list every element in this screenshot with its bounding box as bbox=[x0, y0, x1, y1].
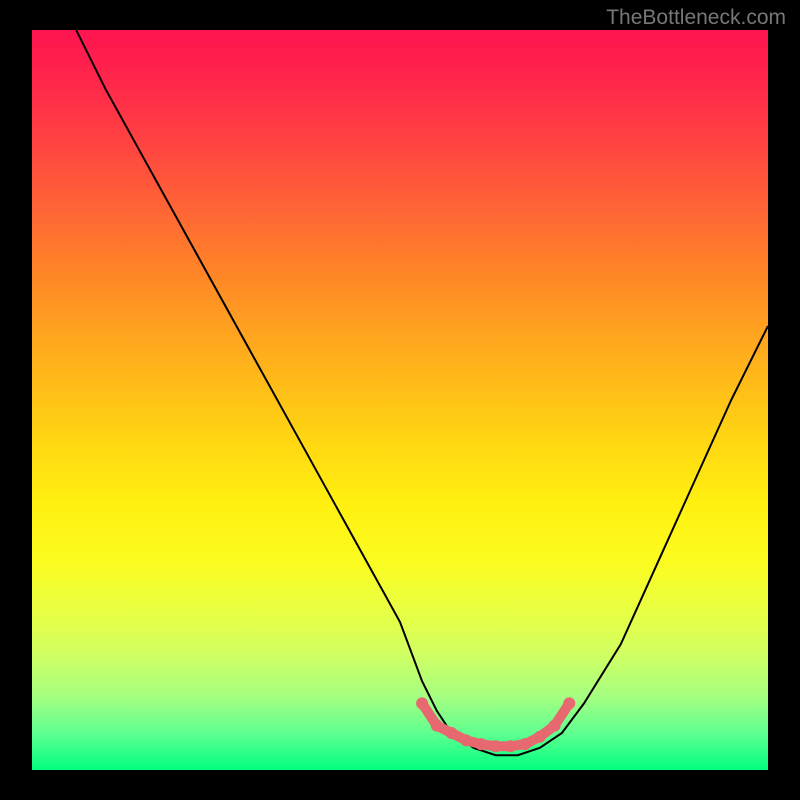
sweet-spot-dot bbox=[416, 697, 428, 709]
sweet-spot-dot bbox=[534, 731, 546, 743]
sweet-spot-dot bbox=[431, 720, 443, 732]
sweet-spot-dot bbox=[475, 738, 487, 750]
sweet-spot-dot bbox=[549, 720, 561, 732]
chart-plot-area bbox=[32, 30, 768, 770]
sweet-spot-dot bbox=[490, 740, 502, 752]
sweet-spot-band bbox=[422, 703, 569, 746]
sweet-spot-dot bbox=[460, 734, 472, 746]
sweet-spot-dot bbox=[504, 740, 516, 752]
sweet-spot-dot bbox=[519, 738, 531, 750]
sweet-spot-dot bbox=[446, 727, 458, 739]
sweet-spot-dot bbox=[563, 697, 575, 709]
attribution-text: TheBottleneck.com bbox=[606, 6, 786, 30]
chart-svg bbox=[32, 30, 768, 770]
bottleneck-curve-line bbox=[76, 30, 768, 755]
sweet-spot-markers bbox=[416, 697, 575, 752]
